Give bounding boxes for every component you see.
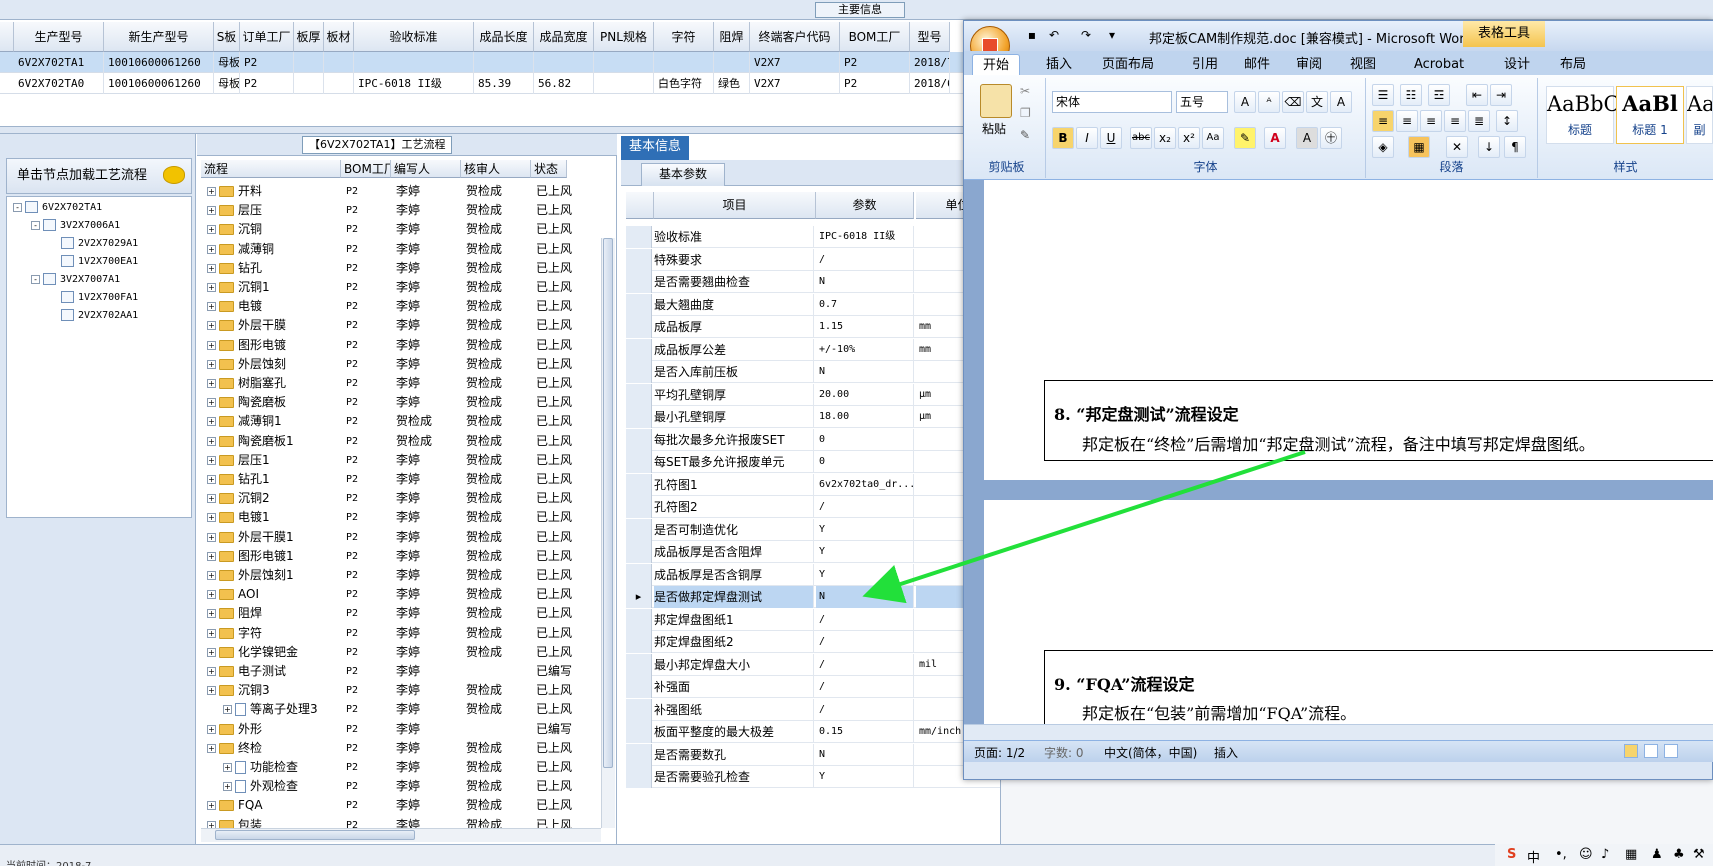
user-icon[interactable]: ♟ (1651, 847, 1663, 862)
system-tray: S 中 •, ☺ ♪ ▦ ♟ ♣ ⚒ (1495, 844, 1713, 866)
keyboard-icon[interactable]: ▦ (1625, 847, 1637, 862)
punctuation-icon[interactable]: •, (1555, 847, 1567, 862)
emoji-icon[interactable]: ☺ (1579, 847, 1593, 862)
ime-logo-icon[interactable]: S (1507, 847, 1516, 862)
tools-icon[interactable]: ⚒ (1693, 847, 1705, 862)
ime-mode[interactable]: 中 (1527, 847, 1540, 866)
annotation-arrow (862, 450, 1306, 604)
mic-icon[interactable]: ♪ (1601, 847, 1609, 862)
skin-icon[interactable]: ♣ (1673, 847, 1685, 862)
